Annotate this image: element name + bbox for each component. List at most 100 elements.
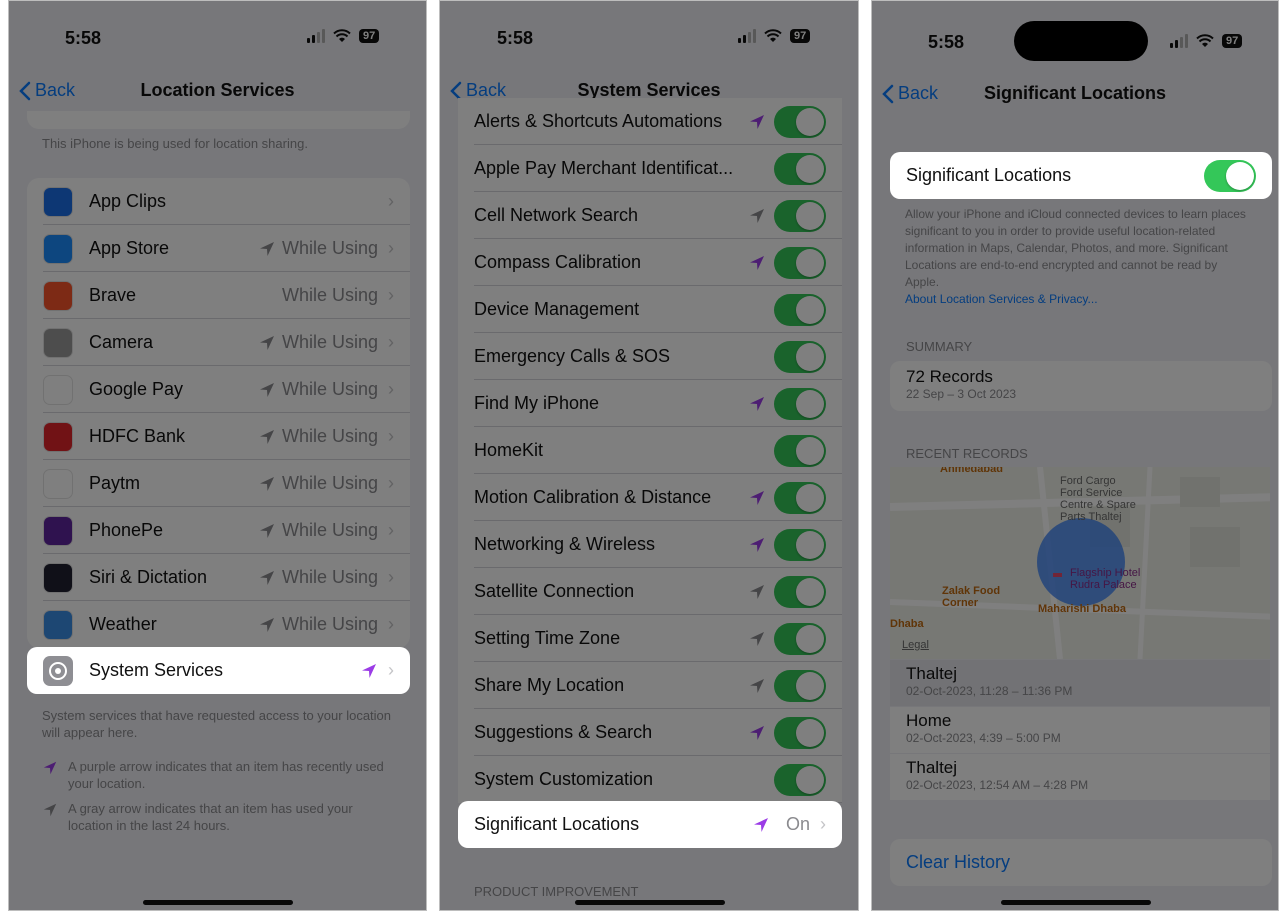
- status-time: 5:58: [497, 28, 534, 48]
- significant-locations-toggle-label: Significant Locations: [906, 165, 1072, 185]
- app-row[interactable]: Camera While Using ›: [27, 319, 410, 366]
- app-row[interactable]: App Clips ›: [27, 178, 410, 225]
- record-row[interactable]: Thaltej 02-Oct-2023, 12:54 AM – 4:28 PM: [890, 754, 1270, 800]
- system-service-label: Find My iPhone: [474, 393, 600, 413]
- record-row[interactable]: Home 02-Oct-2023, 4:39 – 5:00 PM: [890, 707, 1270, 753]
- location-arrow-purple-icon: [360, 662, 378, 680]
- chevron-right-icon: ›: [388, 660, 394, 680]
- system-service-row: Apple Pay Merchant Identificat...: [458, 145, 842, 192]
- significant-locations-toggle[interactable]: [1204, 159, 1256, 192]
- recent-records-map[interactable]: Ahmedabad Ford Cargo Ford Service Centre…: [890, 467, 1270, 659]
- system-service-toggle[interactable]: [774, 434, 826, 467]
- location-arrow-gray-icon: [258, 334, 276, 352]
- app-row[interactable]: Paytm While Using ›: [27, 460, 410, 507]
- permission-text: While Using: [281, 614, 378, 634]
- legend-purple-text: A purple arrow indicates that an item ha…: [68, 759, 384, 791]
- location-arrow-gray-icon: [748, 630, 766, 648]
- record-row[interactable]: Thaltej 02-Oct-2023, 11:28 – 11:36 PM: [890, 660, 1270, 706]
- chevron-right-icon: ›: [388, 191, 394, 211]
- home-indicator: [1001, 900, 1151, 905]
- app-row[interactable]: PhonePe While Using ›: [27, 507, 410, 554]
- chevron-right-icon: ›: [388, 426, 394, 446]
- home-indicator: [143, 900, 293, 905]
- location-services-screen: 5:58 97 Back Location Services This iPho…: [8, 0, 427, 911]
- system-service-label: System Customization: [474, 769, 654, 789]
- system-service-label: Alerts & Shortcuts Automations: [474, 111, 723, 131]
- chevron-right-icon: ›: [388, 614, 394, 634]
- system-services-screen: 5:58 97 Back System Services Alerts & Sh…: [439, 0, 859, 911]
- chevron-right-icon: ›: [388, 520, 394, 540]
- nav-bar: Back Significant Locations: [872, 79, 1278, 113]
- app-name: Siri & Dictation: [89, 567, 208, 587]
- map-legal-link[interactable]: Legal: [902, 639, 929, 651]
- location-arrow-purple-icon: [43, 761, 57, 775]
- chevron-right-icon: ›: [388, 285, 394, 305]
- significant-locations-toggle-row[interactable]: Significant Locations: [890, 152, 1272, 199]
- app-row[interactable]: Weather While Using ›: [27, 601, 410, 648]
- system-service-toggle[interactable]: [774, 716, 826, 749]
- system-service-label: Emergency Calls & SOS: [474, 346, 671, 366]
- app-name: Brave: [89, 285, 137, 305]
- significant-locations-value: On: [785, 814, 810, 834]
- app-name: Camera: [89, 332, 154, 352]
- system-service-row: Emergency Calls & SOS: [458, 333, 842, 380]
- app-permission-value: While Using: [258, 238, 378, 259]
- app-row[interactable]: Brave While Using ›: [27, 272, 410, 319]
- app-row[interactable]: HDFC Bank While Using ›: [27, 413, 410, 460]
- permission-text: While Using: [281, 567, 378, 587]
- system-service-toggle[interactable]: [774, 199, 826, 232]
- summary-header: SUMMARY: [906, 339, 973, 354]
- chevron-right-icon: ›: [388, 332, 394, 352]
- clear-history-button[interactable]: Clear History: [890, 839, 1272, 886]
- chevron-right-icon: ›: [820, 814, 826, 834]
- summary-range: 22 Sep – 3 Oct 2023: [906, 387, 1017, 401]
- system-service-label: Satellite Connection: [474, 581, 635, 601]
- wifi-icon: [1196, 34, 1214, 47]
- description-text: Allow your iPhone and iCloud connected d…: [905, 207, 1246, 289]
- permission-text: While Using: [281, 426, 378, 446]
- recent-records-header: RECENT RECORDS: [906, 446, 1028, 461]
- app-row[interactable]: App Store While Using ›: [27, 225, 410, 272]
- system-service-toggle[interactable]: [774, 763, 826, 796]
- record-time: 02-Oct-2023, 11:28 – 11:36 PM: [906, 684, 1073, 698]
- app-name: App Store: [89, 238, 170, 258]
- system-service-row: Motion Calibration & Distance: [458, 474, 842, 521]
- system-service-label: Share My Location: [474, 675, 625, 695]
- system-service-toggle[interactable]: [774, 622, 826, 655]
- dynamic-island: [1014, 21, 1148, 61]
- nav-bar: Back Location Services: [9, 76, 426, 110]
- page-title: Significant Locations: [983, 83, 1166, 103]
- system-service-label: Setting Time Zone: [474, 628, 621, 648]
- app-permission-value: While Using: [258, 614, 378, 635]
- system-service-row: Share My Location: [458, 662, 842, 709]
- system-service-toggle[interactable]: [774, 152, 826, 185]
- app-row[interactable]: Siri & Dictation While Using ›: [27, 554, 410, 601]
- location-arrow-gray-icon: [258, 381, 276, 399]
- app-row[interactable]: Google Pay While Using ›: [27, 366, 410, 413]
- system-service-toggle[interactable]: [774, 340, 826, 373]
- location-arrow-gray-icon: [258, 522, 276, 540]
- chevron-right-icon: ›: [388, 473, 394, 493]
- system-service-toggle[interactable]: [774, 246, 826, 279]
- system-service-toggle[interactable]: [774, 669, 826, 702]
- system-services-row[interactable]: System Services ›: [27, 647, 410, 694]
- map-label-city: Ahmedabad: [940, 467, 1003, 475]
- status-icons: 97: [1170, 34, 1243, 48]
- system-service-row: Find My iPhone: [458, 380, 842, 427]
- permission-text: While Using: [281, 332, 378, 352]
- system-service-toggle[interactable]: [774, 481, 826, 514]
- summary-card[interactable]: 72 Records 22 Sep – 3 Oct 2023: [890, 361, 1272, 411]
- system-service-toggle[interactable]: [774, 575, 826, 608]
- status-bar: 5:58 97: [440, 1, 858, 69]
- privacy-link[interactable]: About Location Services & Privacy...: [905, 292, 1098, 306]
- significant-locations-row[interactable]: Significant Locations On ›: [458, 801, 842, 848]
- system-service-toggle[interactable]: [774, 387, 826, 420]
- status-icons: 97: [307, 29, 380, 43]
- significant-locations-screen: 5:58 97 Back Significant Locations Signi…: [871, 0, 1279, 911]
- app-permission-value: While Using: [258, 567, 378, 588]
- system-service-toggle[interactable]: [774, 293, 826, 326]
- location-arrow-purple-icon: [748, 536, 766, 554]
- permission-text: While Using: [281, 520, 378, 540]
- system-service-toggle[interactable]: [774, 105, 826, 138]
- system-service-toggle[interactable]: [774, 528, 826, 561]
